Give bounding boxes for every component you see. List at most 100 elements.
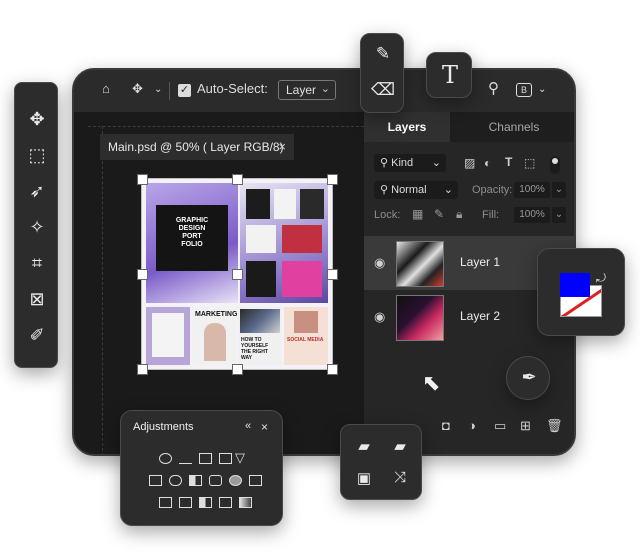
eyedropper-icon[interactable]: ✐ bbox=[23, 321, 51, 349]
divider bbox=[169, 82, 170, 100]
filter-kind-dropdown[interactable]: ⚲ Kind ⌄ bbox=[374, 154, 446, 172]
exposure-icon[interactable] bbox=[219, 453, 232, 464]
transform-handle[interactable] bbox=[137, 364, 148, 375]
opacity-label: Opacity: bbox=[472, 184, 513, 196]
vertical-ruler bbox=[88, 126, 103, 454]
photo-filter-icon[interactable] bbox=[209, 475, 222, 486]
tab-layers[interactable]: Layers bbox=[364, 112, 450, 142]
transform-handle[interactable] bbox=[232, 269, 243, 280]
chevron-down-icon[interactable]: ⌄ bbox=[538, 84, 546, 95]
selective-color-icon[interactable] bbox=[219, 497, 232, 508]
foreground-color-swatch[interactable] bbox=[560, 273, 590, 297]
collapse-icon[interactable]: « bbox=[245, 420, 251, 432]
shape-filter-icon[interactable]: ⬚ bbox=[524, 156, 535, 170]
artwork-hero: GRAPHIC DESIGN PORT FOLIO bbox=[146, 183, 238, 303]
chip-icon[interactable]: ▣ bbox=[353, 469, 375, 487]
filter-toggle[interactable] bbox=[550, 156, 560, 174]
crop-icon[interactable]: ⌗ bbox=[23, 249, 51, 277]
chevron-down-icon[interactable]: ⌄ bbox=[154, 84, 162, 95]
marketing-text: MARKETING bbox=[195, 311, 238, 318]
close-icon[interactable]: × bbox=[261, 420, 268, 434]
transform-handle[interactable] bbox=[137, 269, 148, 280]
bandage-icon[interactable]: ▰ bbox=[353, 437, 375, 455]
layer-name: Layer 2 bbox=[460, 309, 501, 323]
patch-icon[interactable]: ▰ bbox=[389, 437, 411, 455]
move-icon[interactable]: ✥ bbox=[132, 81, 143, 97]
auto-select-value: Layer bbox=[286, 83, 317, 97]
brightness-icon[interactable] bbox=[159, 453, 172, 464]
black-white-icon[interactable] bbox=[189, 475, 202, 486]
workspace-icon[interactable]: B bbox=[516, 83, 532, 97]
lock-label: Lock: bbox=[374, 209, 401, 221]
adjustment-filter-icon[interactable]: ◐ bbox=[484, 156, 491, 170]
adjustments-panel: Adjustments « × ▽ bbox=[120, 410, 283, 526]
cursor-icon: ⬉ bbox=[422, 370, 441, 395]
artwork-card bbox=[146, 307, 190, 365]
fill-input[interactable]: 100% bbox=[514, 207, 550, 223]
social-media-text: SOCIAL MEDIA bbox=[287, 337, 324, 343]
move-icon[interactable]: ✥ bbox=[23, 105, 51, 133]
eye-icon[interactable]: ◉ bbox=[374, 255, 385, 271]
vibrance-icon[interactable]: ▽ bbox=[235, 450, 245, 466]
marquee-icon[interactable]: ⬚ bbox=[23, 141, 51, 169]
swap-colors-icon[interactable]: ⤾ bbox=[596, 271, 606, 286]
opacity-input[interactable]: 100% bbox=[514, 182, 550, 198]
blend-mode-dropdown[interactable]: ⚲ Normal ⌄ bbox=[374, 181, 458, 199]
hero-line: FOLIO bbox=[181, 241, 203, 248]
type-filter-icon[interactable]: T bbox=[505, 155, 512, 169]
levels-icon[interactable] bbox=[179, 453, 192, 464]
chevron-down-icon: ⌄ bbox=[431, 157, 441, 169]
artwork-howto: HOW TO YOURSELF THE RIGHT WAY bbox=[238, 307, 282, 365]
adjustments-title: Adjustments bbox=[133, 421, 194, 433]
posterize-icon[interactable] bbox=[179, 497, 192, 508]
magic-wand-icon[interactable]: ✧ bbox=[23, 213, 51, 241]
adjustment-layer-icon[interactable]: ◑ bbox=[468, 418, 476, 433]
filter-kind-value: Kind bbox=[391, 157, 414, 169]
color-balance-icon[interactable] bbox=[169, 475, 182, 486]
auto-select-dropdown[interactable]: Layer ⌄ bbox=[278, 80, 336, 100]
color-lookup-icon[interactable] bbox=[249, 475, 262, 486]
brush-icon[interactable]: ✎ bbox=[434, 207, 444, 221]
gradient-map-icon[interactable] bbox=[239, 497, 252, 508]
shuffle-icon[interactable]: ⤨ bbox=[389, 469, 411, 486]
eye-icon[interactable]: ◉ bbox=[374, 309, 385, 325]
invert-icon[interactable] bbox=[159, 497, 172, 508]
fill-dropdown[interactable]: ⌄ bbox=[552, 207, 566, 223]
hue-saturation-icon[interactable] bbox=[149, 475, 162, 486]
lock-icon[interactable]: 🔒︎ bbox=[456, 207, 462, 222]
auto-select-checkbox[interactable]: ✓ bbox=[178, 84, 191, 97]
new-layer-icon[interactable]: ⊞ bbox=[520, 418, 531, 434]
search-icon[interactable]: ⚲ bbox=[488, 79, 499, 97]
tab-channels[interactable]: Channels bbox=[450, 112, 574, 142]
lock-pixels-icon[interactable]: ▦ bbox=[412, 207, 423, 221]
close-icon[interactable]: × bbox=[278, 134, 286, 160]
channel-mixer-icon[interactable] bbox=[229, 475, 242, 486]
lasso-icon[interactable]: ➶ bbox=[23, 177, 51, 205]
transform-handle[interactable] bbox=[327, 174, 338, 185]
home-icon[interactable]: ⌂ bbox=[102, 81, 110, 96]
trash-icon[interactable]: 🗑︎ bbox=[546, 418, 563, 434]
document-tab[interactable]: Main.psd @ 50% ( Layer RGB/8) × bbox=[100, 134, 294, 160]
layer-thumbnail bbox=[396, 295, 444, 341]
transform-handle[interactable] bbox=[327, 364, 338, 375]
type-icon[interactable]: T bbox=[427, 61, 473, 89]
opacity-dropdown[interactable]: ⌄ bbox=[552, 182, 566, 198]
transform-handle[interactable] bbox=[137, 174, 148, 185]
transform-handle[interactable] bbox=[232, 174, 243, 185]
healing-brush-icon[interactable]: ✎ bbox=[371, 44, 395, 64]
auto-select-label: Auto-Select: bbox=[197, 81, 268, 96]
eraser-icon[interactable]: ⌫ bbox=[371, 80, 395, 100]
layer-mask-icon[interactable]: ◘ bbox=[442, 418, 450, 433]
pen-icon[interactable]: ✒ bbox=[507, 367, 551, 388]
threshold-icon[interactable] bbox=[199, 497, 212, 508]
transform-handle[interactable] bbox=[327, 269, 338, 280]
hero-line: PORT bbox=[182, 233, 202, 240]
pixel-filter-icon[interactable]: ▨ bbox=[464, 156, 475, 170]
fill-label: Fill: bbox=[482, 209, 500, 221]
folder-icon[interactable]: ▭ bbox=[494, 418, 506, 434]
frame-icon[interactable]: ⊠ bbox=[23, 285, 51, 313]
curves-icon[interactable] bbox=[199, 453, 212, 464]
transform-handle[interactable] bbox=[232, 364, 243, 375]
document-artwork[interactable]: GRAPHIC DESIGN PORT FOLIO MARKETING HOW … bbox=[137, 174, 338, 375]
chevron-down-icon: ⌄ bbox=[320, 83, 330, 95]
